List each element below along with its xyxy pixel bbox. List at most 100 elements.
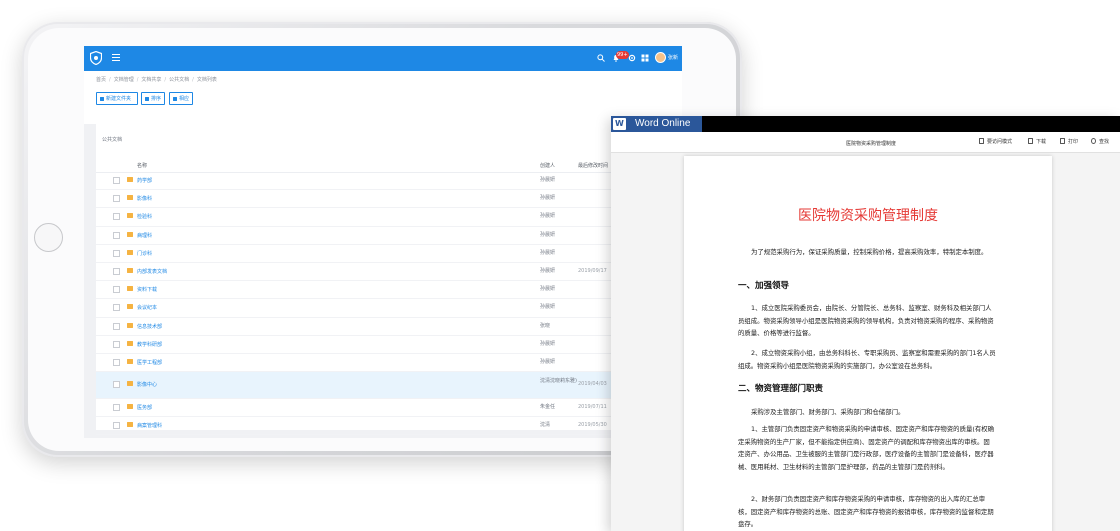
column-header-modified[interactable]: 最后修改时间 — [578, 162, 608, 169]
table-row[interactable]: 药学部 孙晨妍 — [96, 172, 682, 191]
grid-icon[interactable] — [641, 54, 649, 62]
file-name-link[interactable]: 影像科 — [137, 195, 152, 202]
folder-icon — [127, 322, 133, 328]
file-name-link[interactable]: 检验科 — [137, 213, 152, 220]
notification-badge: 99+ — [616, 51, 629, 59]
print-icon — [1060, 138, 1065, 144]
row-checkbox[interactable] — [113, 249, 120, 257]
manage-button[interactable]: 相应 — [169, 92, 193, 105]
breadcrumb-item[interactable]: 公共文档 — [169, 77, 189, 83]
table-header: 名称 创建人 最后修改时间 — [96, 158, 682, 173]
row-checkbox[interactable] — [113, 231, 120, 239]
breadcrumb-separator: / — [192, 77, 194, 83]
new-folder-button[interactable]: 新建文件夹 — [96, 92, 138, 105]
file-modified-date: 2019/07/11 — [578, 404, 607, 411]
search-icon[interactable] — [597, 54, 605, 62]
print-button[interactable]: 打印 — [1060, 138, 1078, 145]
file-list: 药学部 孙晨妍 影像科 孙晨妍 检验科 孙晨妍 病理科 孙晨妍 门诊科 孙晨妍 内部发表文档 孙晨妍 2… — [96, 172, 682, 436]
file-creator: 张晓 — [540, 322, 551, 329]
table-row[interactable]: 教学科研部 孙晨妍 — [96, 336, 682, 354]
row-checkbox[interactable] — [113, 322, 120, 330]
document-icon — [979, 138, 984, 144]
row-checkbox[interactable] — [113, 267, 120, 275]
app-header: 99+ 张新 — [84, 46, 682, 71]
folder-icon — [127, 340, 133, 346]
file-name-link[interactable]: 病理科 — [137, 232, 152, 239]
row-checkbox[interactable] — [113, 422, 120, 430]
row-checkbox[interactable] — [113, 358, 120, 366]
find-button[interactable]: 查找 — [1091, 138, 1109, 145]
breadcrumb-item[interactable]: 文档管理 — [114, 77, 134, 83]
file-creator: 孙晨妍 — [540, 231, 556, 238]
tablet-screen: 99+ 张新 首页 / 文档管理 / 文档共享 / 公共文档 / 文档列表 新建文件夹 排序 相… — [84, 46, 682, 438]
document-panel: 公共文档 名称 创建人 最后修改时间 药学部 孙晨妍 影像科 孙晨妍 检验科 孙晨妍 病理科… — [96, 124, 682, 436]
file-name-link[interactable]: 内部发表文档 — [137, 268, 167, 275]
section-heading-2: 二、物资管理部门职责 — [738, 384, 824, 394]
row-checkbox[interactable] — [113, 286, 120, 294]
menu-icon[interactable] — [112, 54, 120, 61]
document-paragraph: 2、成立物资采购小组，由总务科科长、专职采购员、监察室和需要采购的部门1名人员组… — [738, 349, 996, 370]
file-name-link[interactable]: 会议纪本 — [137, 304, 157, 311]
table-row[interactable]: 病理科 孙晨妍 — [96, 227, 682, 245]
table-row[interactable]: 医学工程部 孙晨妍 — [96, 354, 682, 373]
file-name-link[interactable]: 影像中心 — [137, 381, 157, 388]
table-row[interactable]: 影像科 孙晨妍 — [96, 190, 682, 209]
table-row[interactable]: 病案管理科 沈清 2019/05/30 — [96, 417, 682, 436]
file-creator: 孙晨妍 — [540, 286, 556, 293]
table-row[interactable]: 检验科 孙晨妍 — [96, 208, 682, 227]
file-creator: 朱金任 — [540, 404, 556, 411]
row-checkbox[interactable] — [113, 195, 120, 203]
folder-icon — [127, 381, 133, 387]
sort-button[interactable]: 排序 — [141, 92, 165, 105]
row-checkbox[interactable] — [113, 213, 120, 221]
avatar[interactable] — [655, 52, 666, 63]
table-row[interactable]: 信息技术部 张晓 — [96, 318, 682, 336]
table-row[interactable]: 资料下载 孙晨妍 — [96, 281, 682, 300]
word-brand: W Word Online — [611, 116, 702, 132]
home-button[interactable] — [34, 223, 63, 252]
folder-icon — [127, 177, 133, 182]
row-checkbox[interactable] — [113, 404, 120, 412]
breadcrumb-item[interactable]: 文档共享 — [141, 77, 161, 83]
folder-icon — [100, 97, 104, 101]
document-intro: 为了规范采购行为，保证采购质量，控制采购价格，提高采购效率，特制定本制度。 — [751, 248, 988, 256]
breadcrumb-item[interactable]: 首页 — [96, 77, 106, 83]
file-name-link[interactable]: 药学部 — [137, 177, 152, 184]
document-paragraph: 1、主管部门负责固定资产和物资采购的申请审核、固定资产和库存物资的质量(有权确定… — [738, 425, 995, 472]
file-creator: 孙晨妍 — [540, 340, 556, 347]
document-paragraph: 1、成立医院采购委员会，由院长、分管院长、总务科、监察室、财务科及相关部门人员组… — [738, 304, 994, 338]
file-modified-date: 2019/04/03 — [578, 381, 607, 388]
table-row[interactable]: 医务部 朱金任 2019/07/11 — [96, 399, 682, 418]
folder-icon — [127, 422, 133, 428]
row-checkbox[interactable] — [113, 381, 120, 389]
table-row[interactable]: 内部发表文档 孙晨妍 2019/09/17 — [96, 263, 682, 282]
table-row[interactable]: 门诊科 孙晨妍 — [96, 245, 682, 263]
search-icon — [1091, 138, 1096, 144]
table-row[interactable]: 会议纪本 孙晨妍 — [96, 299, 682, 318]
column-header-name[interactable]: 名称 — [137, 162, 147, 169]
file-name-link[interactable]: 资料下载 — [137, 286, 157, 293]
file-name-link[interactable]: 信息技术部 — [137, 323, 162, 330]
file-name-link[interactable]: 医务部 — [137, 404, 152, 411]
user-name[interactable]: 张新 — [668, 54, 678, 61]
download-button[interactable]: 下载 — [1028, 138, 1046, 145]
breadcrumb-separator: / — [164, 77, 167, 83]
row-checkbox[interactable] — [113, 177, 120, 184]
row-checkbox[interactable] — [113, 340, 120, 348]
breadcrumb-toolbar-area: 首页 / 文档管理 / 文档共享 / 公共文档 / 文档列表 新建文件夹 排序 相应 — [84, 71, 682, 124]
edit-mode-button[interactable]: 要访问模式 — [979, 138, 1012, 145]
file-name-link[interactable]: 病案管理科 — [137, 422, 162, 429]
file-creator: 孙晨妍 — [540, 267, 556, 274]
column-header-creator[interactable]: 创建人 — [540, 162, 555, 169]
table-row[interactable]: 影像中心 沈清沈晓莉东雅) 2019/04/03 — [96, 372, 682, 400]
section-heading-1: 一、加强领导 — [738, 281, 790, 291]
file-creator: 孙晨妍 — [540, 249, 556, 256]
folder-icon — [127, 249, 133, 255]
row-checkbox[interactable] — [113, 304, 120, 312]
file-creator: 孙晨妍 — [540, 358, 556, 365]
file-name-link[interactable]: 教学科研部 — [137, 341, 162, 348]
word-title-bar: W Word Online — [611, 116, 1120, 132]
file-name-link[interactable]: 门诊科 — [137, 250, 152, 257]
file-name-link[interactable]: 医学工程部 — [137, 359, 162, 366]
gear-icon[interactable] — [628, 54, 636, 62]
